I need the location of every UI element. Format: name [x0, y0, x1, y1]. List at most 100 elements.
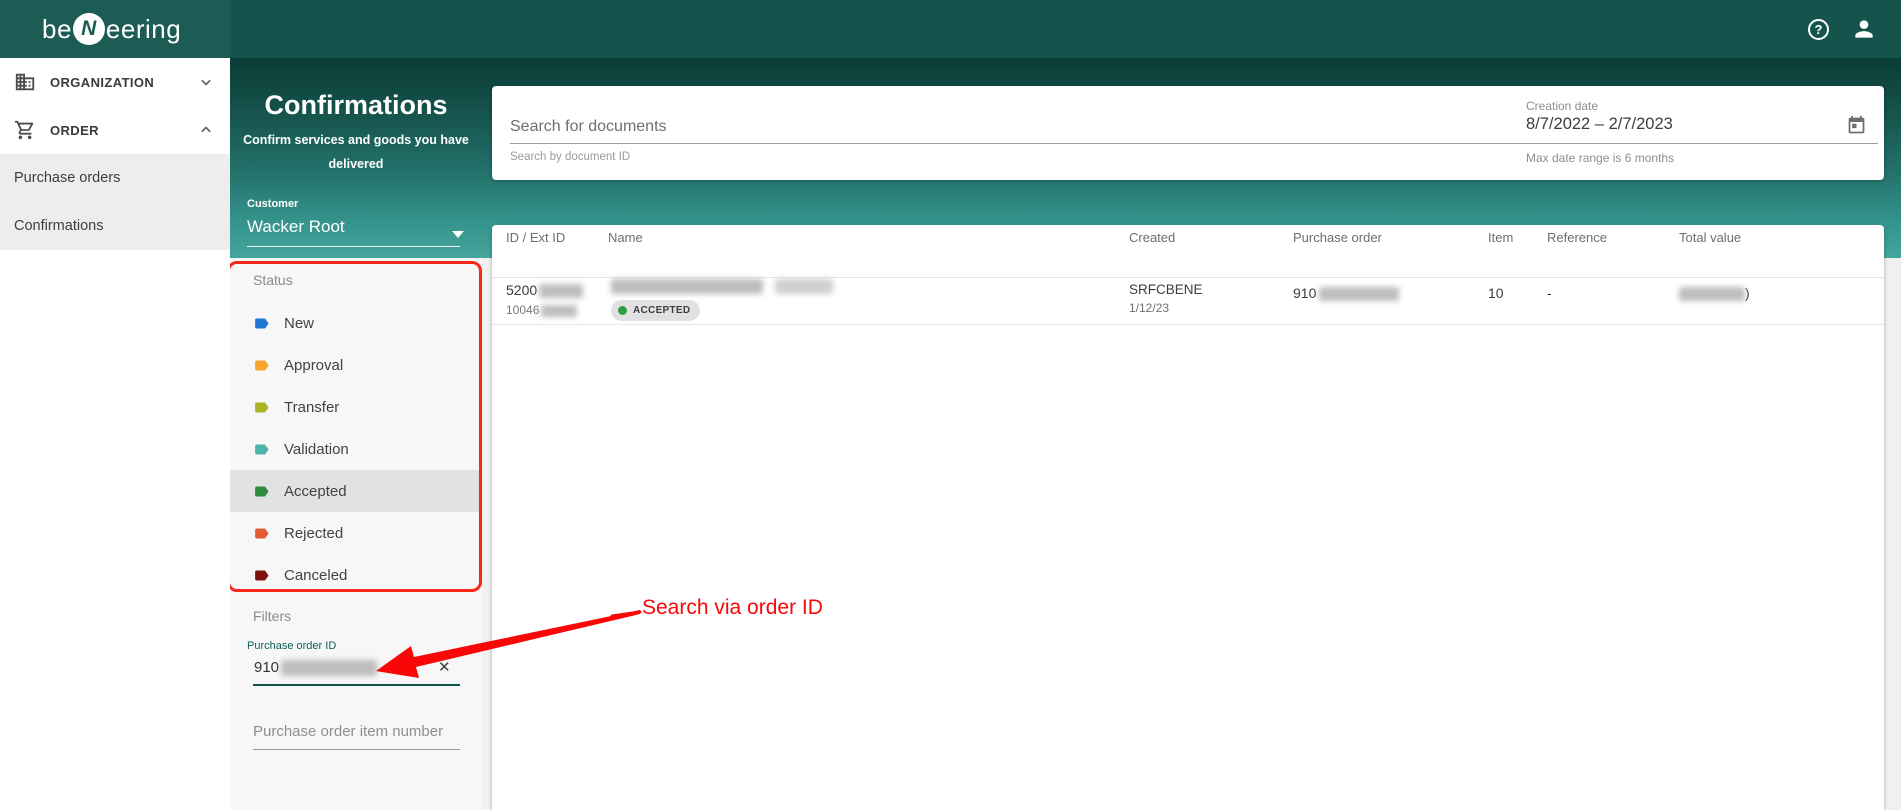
documents-table — [492, 225, 1884, 810]
cell-reference: - — [1547, 285, 1552, 301]
total-value-suffix: ) — [1745, 285, 1750, 301]
status-filter-label: Transfer — [284, 398, 340, 416]
sidebar-item-purchase-orders[interactable]: Purchase orders — [0, 154, 230, 202]
status-filter-canceled[interactable]: Canceled — [230, 554, 482, 596]
sidebar-item-label: ORDER — [50, 122, 99, 138]
sidebar-item-order[interactable]: ORDER — [0, 106, 230, 154]
status-filter-new[interactable]: New — [230, 302, 482, 344]
dropdown-caret-icon[interactable] — [452, 231, 464, 238]
status-filter-label: Validation — [284, 440, 349, 458]
order-submenu: Purchase orders Confirmations — [0, 154, 230, 250]
column-header-purchase-order: Purchase order — [1293, 230, 1382, 245]
table-row-divider — [492, 324, 1884, 325]
building-icon — [15, 73, 35, 91]
chevron-up-icon — [201, 126, 211, 133]
cell-item: 10 — [1488, 285, 1504, 301]
purchase-order-id-value: 910 — [254, 659, 280, 676]
status-badge-label: ACCEPTED — [633, 305, 691, 316]
cell-id: 5200 — [506, 282, 584, 299]
column-header-reference: Reference — [1547, 230, 1607, 245]
user-account-icon[interactable] — [1851, 16, 1877, 42]
chevron-down-icon — [201, 79, 211, 86]
column-header-name: Name — [608, 230, 643, 245]
cell-purchase-order: 910 — [1293, 285, 1400, 302]
sidebar-item-label: Confirmations — [14, 218, 104, 234]
label-tag-icon — [255, 444, 269, 454]
customer-label: Customer — [247, 198, 299, 210]
status-filter-approval[interactable]: Approval — [230, 344, 482, 386]
status-dot-icon — [618, 306, 627, 315]
label-tag-icon — [255, 360, 269, 370]
label-tag-icon — [255, 318, 269, 328]
status-filter-transfer[interactable]: Transfer — [230, 386, 482, 428]
help-glyph: ? — [1814, 21, 1823, 37]
search-input[interactable]: Search for documents — [510, 118, 667, 136]
sidebar-item-confirmations[interactable]: Confirmations — [0, 202, 230, 250]
status-badge: ACCEPTED — [611, 300, 701, 321]
help-icon[interactable]: ? — [1808, 18, 1829, 40]
status-filter-rejected[interactable]: Rejected — [230, 512, 482, 554]
purchase-order-item-input[interactable]: Purchase order item number — [253, 723, 443, 740]
creation-date-label: Creation date — [1526, 99, 1599, 113]
logo-n-icon: N — [72, 13, 105, 45]
redacted-value — [539, 284, 584, 299]
po-number: 910 — [1293, 285, 1317, 301]
page-subtitle: Confirm services and goods you have deli… — [243, 133, 469, 171]
status-filter-label: Approval — [284, 356, 344, 374]
column-header-total-value: Total value — [1679, 230, 1742, 245]
customer-select[interactable]: Wacker Root — [247, 217, 345, 237]
logo-suffix: eering — [105, 13, 182, 44]
status-filter-label: Canceled — [284, 566, 348, 584]
search-hint: Search by document ID — [510, 151, 631, 163]
purchase-order-item-underline — [253, 749, 460, 750]
label-tag-icon — [255, 486, 269, 496]
status-filter-validation[interactable]: Validation — [230, 428, 482, 470]
creation-date-input[interactable]: 8/7/2022 – 2/7/2023 — [1526, 115, 1673, 134]
logo[interactable]: be N eering — [0, 0, 230, 58]
status-filter-label: Rejected — [284, 524, 344, 542]
cell-name — [611, 278, 834, 296]
annotation-text: Search via order ID — [642, 596, 823, 619]
sidebar-item-label: Purchase orders — [14, 170, 121, 186]
redacted-value — [611, 279, 763, 295]
label-tag-icon — [255, 570, 269, 580]
search-card — [492, 86, 1884, 180]
cell-created-date: 1/12/23 — [1129, 301, 1170, 315]
purchase-order-id-input[interactable]: 910 — [254, 659, 378, 677]
status-filter-label: Accepted — [284, 482, 347, 500]
redacted-value — [1679, 287, 1745, 302]
cell-ext-id: 10046 — [506, 303, 578, 317]
logo-text: be N eering — [42, 13, 181, 45]
redacted-value — [281, 660, 378, 677]
purchase-order-id-label: Purchase order ID — [247, 640, 337, 652]
doc-ext-id: 10046 — [506, 303, 540, 317]
topbar-actions: ? — [1808, 0, 1877, 58]
status-section-label: Status — [253, 272, 293, 288]
sidebar-item-organization[interactable]: ORGANIZATION — [0, 58, 230, 106]
sidebar: ORGANIZATION ORDER Purchase orders Confi… — [0, 58, 230, 810]
label-tag-icon — [255, 402, 269, 412]
status-filter-accepted[interactable]: Accepted — [230, 470, 482, 512]
calendar-icon[interactable] — [1846, 115, 1867, 136]
cell-total-value: ) — [1679, 285, 1750, 302]
purchase-order-id-underline — [253, 684, 460, 686]
doc-id: 5200 — [506, 282, 538, 298]
top-app-bar: be N eering ? — [0, 0, 1901, 58]
page-title: Confirmations — [264, 90, 448, 120]
redacted-value — [1319, 287, 1400, 302]
clear-input-icon[interactable]: ✕ — [438, 658, 451, 676]
column-header-item: Item — [1488, 230, 1514, 245]
cart-icon — [14, 120, 34, 140]
sidebar-item-label: ORGANIZATION — [50, 74, 155, 90]
column-header-created: Created — [1129, 230, 1176, 245]
filters-section-label: Filters — [253, 608, 292, 624]
redacted-value — [541, 304, 578, 317]
vertical-scrollbar[interactable] — [1888, 58, 1901, 810]
logo-prefix: be — [42, 13, 72, 44]
creation-date-hint: Max date range is 6 months — [1526, 151, 1675, 165]
creation-date-underline — [1526, 143, 1878, 144]
label-tag-icon — [255, 528, 269, 538]
customer-underline — [247, 246, 460, 247]
column-header-id: ID / Ext ID — [506, 230, 566, 245]
redacted-value — [775, 279, 834, 295]
